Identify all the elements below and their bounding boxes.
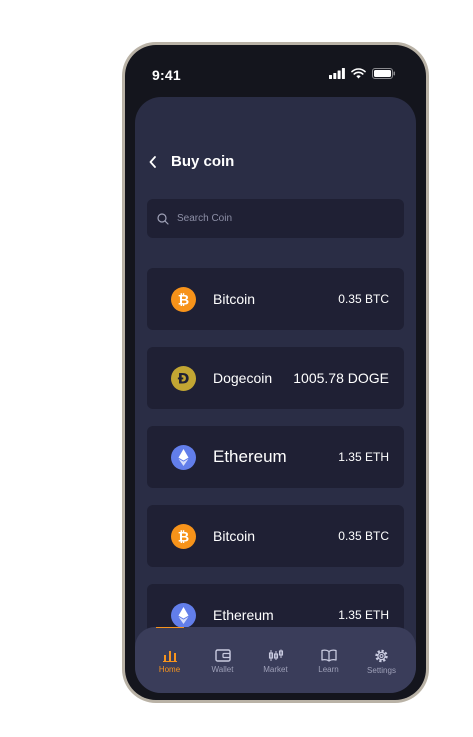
tab-label: Learn — [318, 665, 339, 674]
back-arrow-icon[interactable] — [145, 154, 161, 170]
ethereum-icon — [171, 602, 196, 628]
coin-amount: 0.35 BTC — [338, 529, 389, 543]
coin-amount: 0.35 BTC — [338, 292, 389, 306]
coin-name: Ethereum — [213, 607, 274, 623]
search-placeholder: Search Coin — [177, 213, 233, 224]
tab-label: Market — [263, 665, 288, 674]
bitcoin-icon: ₿ — [171, 286, 196, 312]
tab-home[interactable]: Home — [147, 627, 193, 674]
coin-list: ₿ Bitcoin 0.35 BTC Đ Dogecoin 1005.78 DO… — [147, 268, 404, 663]
svg-text:₿: ₿ — [178, 529, 189, 545]
coin-row-bitcoin[interactable]: ₿ Bitcoin 0.35 BTC — [147, 268, 404, 330]
gear-icon — [375, 649, 388, 663]
status-icons — [329, 68, 396, 79]
status-time: 9:41 — [152, 67, 181, 83]
chart-bar-icon — [162, 651, 177, 662]
coin-row-ethereum[interactable]: Ethereum 1.35 ETH — [147, 426, 404, 488]
tab-wallet[interactable]: Wallet — [200, 627, 246, 674]
coin-name: Bitcoin — [213, 291, 256, 307]
dogecoin-icon: Đ — [171, 365, 196, 391]
coin-row-bitcoin[interactable]: ₿ Bitcoin 0.35 BTC — [147, 505, 404, 567]
coin-amount: 1.35 ETH — [338, 608, 389, 622]
coin-name: Dogecoin — [213, 370, 273, 386]
svg-text:₿: ₿ — [178, 292, 189, 308]
signal-icon — [329, 68, 345, 79]
tab-learn[interactable]: Learn — [306, 627, 352, 674]
search-icon — [157, 212, 169, 225]
tab-market[interactable]: Market — [253, 627, 299, 674]
app-screen: Buy coin Search Coin ₿ Bitcoin 0.35 BTC — [135, 97, 416, 693]
search-input[interactable]: Search Coin — [147, 199, 404, 238]
tab-label: Settings — [367, 666, 396, 675]
coin-name: Bitcoin — [213, 528, 256, 544]
coin-amount: 1.35 ETH — [338, 450, 389, 464]
tab-settings[interactable]: Settings — [359, 627, 405, 675]
coin-amount: 1005.78 DOGE — [293, 370, 389, 386]
bitcoin-icon: ₿ — [171, 523, 196, 549]
wallet-icon — [214, 649, 231, 662]
battery-icon — [372, 68, 395, 79]
book-icon — [320, 649, 337, 662]
wifi-icon — [351, 68, 366, 79]
header: Buy coin — [145, 153, 234, 170]
phone-body: 9:41 Buy coin Search Coin ₿ Bitcoin 0.35… — [125, 45, 426, 700]
tab-label: Home — [158, 665, 181, 674]
coin-row-dogecoin[interactable]: Đ Dogecoin 1005.78 DOGE — [147, 347, 404, 409]
svg-text:Đ: Đ — [178, 371, 190, 387]
bottom-tab-bar: Home Wallet Market Learn Settings — [135, 627, 416, 693]
page-title: Buy coin — [171, 153, 235, 170]
coin-name: Ethereum — [213, 447, 287, 466]
candlestick-icon — [268, 649, 283, 661]
phone-frame: 9:41 Buy coin Search Coin ₿ Bitcoin 0.35… — [122, 42, 429, 703]
tab-label: Wallet — [211, 665, 234, 674]
ethereum-icon — [171, 444, 196, 470]
